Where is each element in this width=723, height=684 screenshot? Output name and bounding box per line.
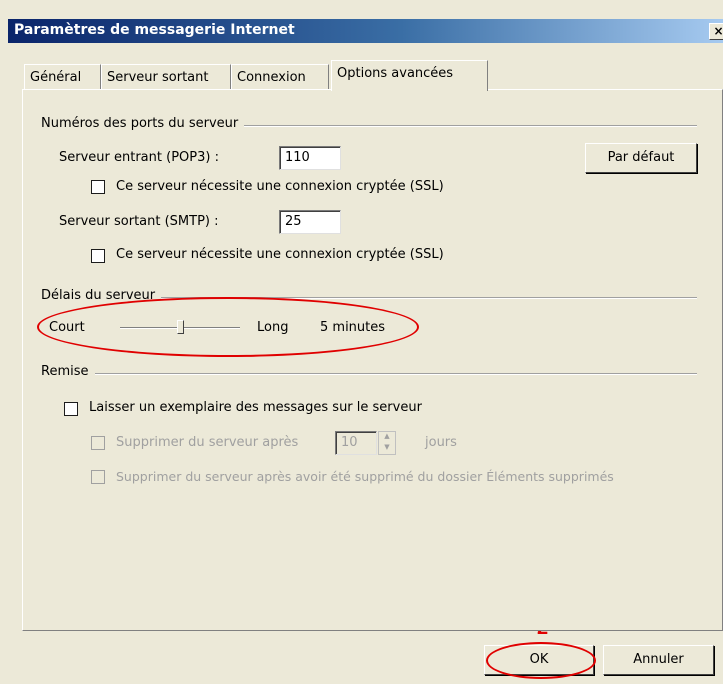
remove-deleted-checkbox[interactable]: [91, 470, 105, 484]
tab-advanced-options-label: Options avancées: [337, 66, 454, 81]
incoming-ssl-label: Ce serveur nécessite une connexion crypt…: [116, 179, 444, 194]
tab-advanced-options[interactable]: Options avancées: [331, 60, 488, 91]
delivery-group-title: Remise: [41, 364, 95, 379]
outgoing-ssl-checkbox[interactable]: [91, 249, 105, 263]
outgoing-ssl-label: Ce serveur nécessite une connexion crypt…: [116, 247, 444, 262]
close-icon: ×: [713, 24, 723, 38]
leave-copy-label: Laisser un exemplaire des messages sur l…: [89, 400, 422, 415]
incoming-ssl-checkbox[interactable]: [91, 180, 105, 194]
outgoing-port-input[interactable]: 25: [279, 210, 341, 234]
ports-group-title: Numéros des ports du serveur: [41, 116, 245, 131]
internet-mail-settings-dialog: Paramètres de messagerie Internet × Géné…: [0, 0, 723, 684]
annotation-ellipse-ok: [486, 642, 596, 679]
default-button[interactable]: Par défaut: [585, 143, 697, 173]
remove-after-days-input[interactable]: 10: [335, 431, 377, 455]
close-button[interactable]: ×: [709, 23, 723, 40]
days-unit-label: jours: [425, 435, 457, 450]
title-bar[interactable]: Paramètres de messagerie Internet ×: [8, 19, 723, 43]
tab-connection[interactable]: Connexion: [231, 64, 329, 90]
tab-panel-advanced-options: Numéros des ports du serveur Serveur ent…: [22, 89, 723, 631]
tab-outgoing-server[interactable]: Serveur sortant: [101, 64, 231, 90]
tab-general[interactable]: Général: [24, 64, 101, 90]
tab-connection-label: Connexion: [237, 70, 306, 85]
incoming-port-input[interactable]: 110: [279, 146, 341, 170]
cancel-button[interactable]: Annuler: [603, 645, 714, 675]
tab-general-label: Général: [30, 70, 82, 85]
remove-deleted-label: Supprimer du serveur après avoir été sup…: [116, 469, 614, 484]
days-spinner[interactable]: ▲ ▼: [378, 431, 396, 455]
spin-up-icon[interactable]: ▲: [379, 432, 395, 443]
annotation-ellipse-timeout: [37, 297, 419, 357]
leave-copy-checkbox[interactable]: [64, 402, 78, 416]
delivery-group-divider: [41, 373, 697, 375]
outgoing-port-label: Serveur sortant (SMTP) :: [59, 214, 219, 229]
incoming-port-label: Serveur entrant (POP3) :: [59, 150, 219, 165]
spin-down-icon[interactable]: ▼: [379, 443, 395, 454]
window-title: Paramètres de messagerie Internet: [14, 22, 295, 38]
remove-after-label: Supprimer du serveur après: [116, 435, 299, 450]
tab-outgoing-server-label: Serveur sortant: [107, 70, 209, 85]
remove-after-checkbox[interactable]: [91, 436, 105, 450]
